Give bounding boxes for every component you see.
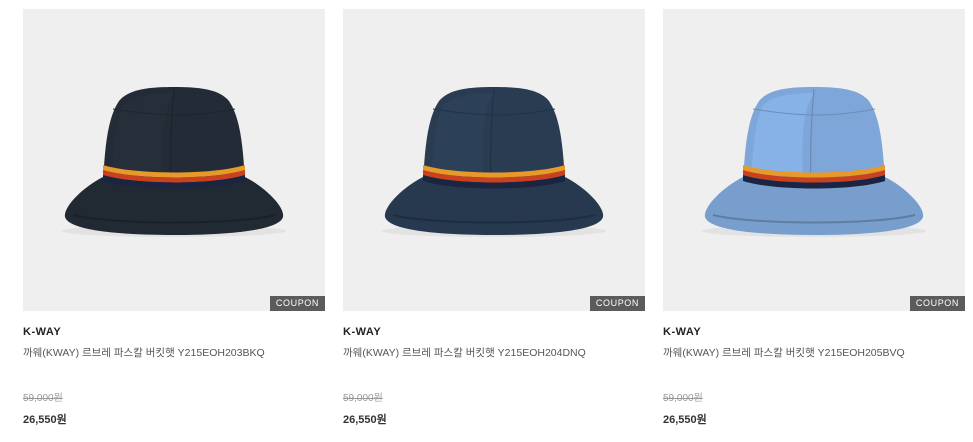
sale-price: 26,550원 [343, 414, 387, 426]
product-card[interactable]: COUPON K-WAY 까웨(KWAY) 르브레 파스칼 버킷햇 Y215EO… [663, 9, 965, 427]
product-name[interactable]: 까웨(KWAY) 르브레 파스칼 버킷햇 Y215EOH205BVQ [663, 345, 965, 360]
product-card[interactable]: COUPON K-WAY 까웨(KWAY) 르브레 파스칼 버킷햇 Y215EO… [343, 9, 645, 427]
brand-name[interactable]: K-WAY [343, 326, 645, 338]
original-price: 59,000원 [23, 393, 63, 404]
coupon-badge: COUPON [589, 296, 645, 311]
product-thumbnail[interactable]: COUPON [663, 9, 965, 311]
product-name[interactable]: 까웨(KWAY) 르브레 파스칼 버킷햇 Y215EOH204DNQ [343, 345, 645, 360]
brand-name[interactable]: K-WAY [23, 326, 325, 338]
sale-price: 26,550원 [23, 414, 67, 426]
coupon-badge: COUPON [909, 296, 965, 311]
product-thumbnail[interactable]: COUPON [23, 9, 325, 311]
coupon-badge: COUPON [269, 296, 325, 311]
product-card[interactable]: COUPON K-WAY 까웨(KWAY) 르브레 파스칼 버킷햇 Y215EO… [23, 9, 325, 427]
brand-name[interactable]: K-WAY [663, 326, 965, 338]
bucket-hat-icon [62, 87, 286, 237]
original-price: 59,000원 [343, 393, 383, 404]
sale-price: 26,550원 [663, 414, 707, 426]
product-name[interactable]: 까웨(KWAY) 르브레 파스칼 버킷햇 Y215EOH203BKQ [23, 345, 325, 360]
product-thumbnail[interactable]: COUPON [343, 9, 645, 311]
original-price: 59,000원 [663, 393, 703, 404]
bucket-hat-icon [382, 87, 606, 237]
product-grid: COUPON K-WAY 까웨(KWAY) 르브레 파스칼 버킷햇 Y215EO… [0, 0, 973, 442]
bucket-hat-icon [702, 87, 926, 237]
